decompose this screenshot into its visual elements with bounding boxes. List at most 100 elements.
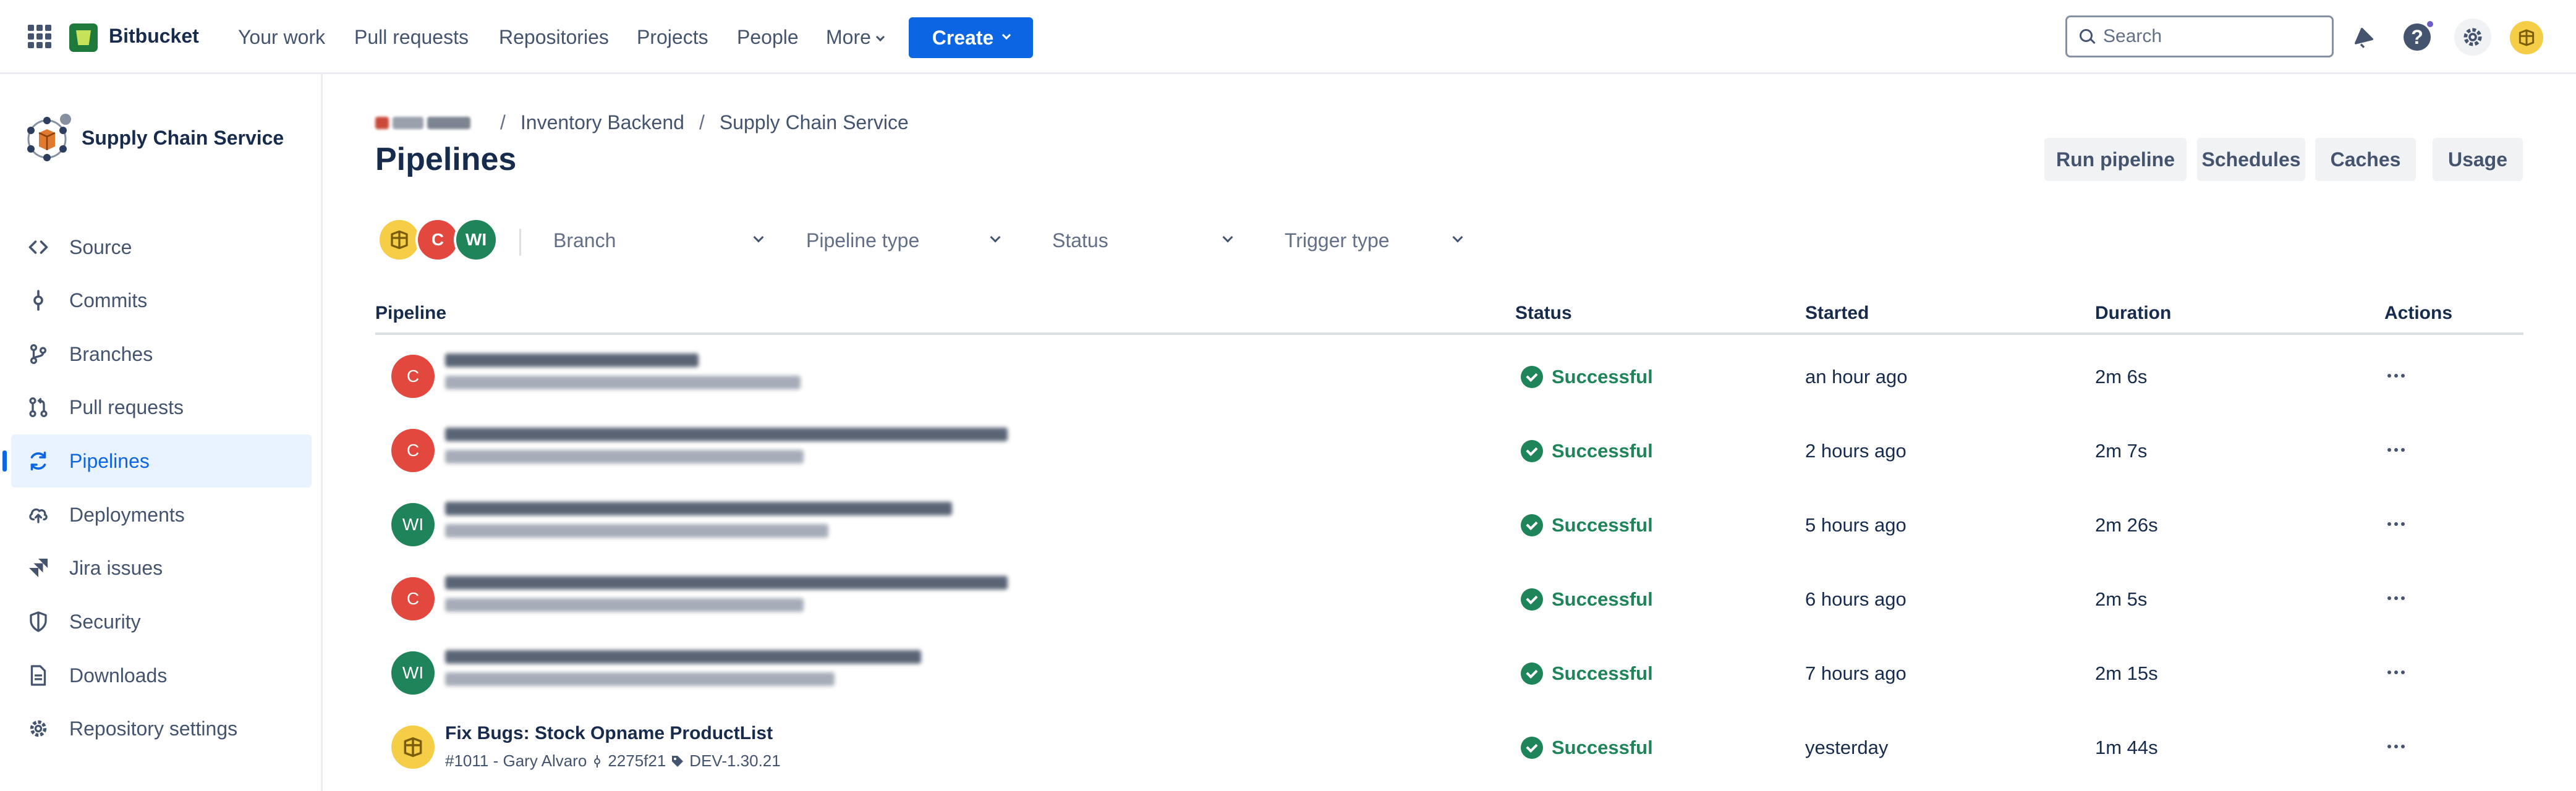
document-icon bbox=[26, 663, 51, 688]
filter-divider bbox=[519, 229, 521, 256]
breadcrumb-separator: / bbox=[699, 111, 705, 133]
status-filter-dropdown[interactable]: Status bbox=[1052, 221, 1238, 260]
bitbucket-logo[interactable] bbox=[69, 23, 98, 52]
sidebar-item-label: Commits bbox=[69, 289, 148, 311]
app-switcher-icon[interactable] bbox=[28, 25, 51, 48]
more-actions-icon[interactable] bbox=[2381, 586, 2412, 611]
sidebar: Supply Chain Service Source Commits Bran… bbox=[0, 74, 323, 791]
column-header-started[interactable]: Started bbox=[1805, 303, 1869, 324]
more-actions-icon[interactable] bbox=[2381, 438, 2412, 462]
duration-cell: 2m 6s bbox=[2095, 366, 2148, 387]
branch-filter-label: Branch bbox=[553, 229, 616, 252]
table-row[interactable]: WI Successful 5 hours ago 2m 26s bbox=[375, 484, 2523, 559]
sidebar-item-repository-settings[interactable]: Repository settings bbox=[11, 702, 312, 755]
schedules-button[interactable]: Schedules bbox=[2197, 138, 2305, 181]
breadcrumb-workspace-redacted[interactable] bbox=[375, 114, 485, 132]
column-header-pipeline[interactable]: Pipeline bbox=[375, 303, 446, 324]
more-actions-icon[interactable] bbox=[2381, 512, 2412, 536]
author-avatar: WI bbox=[391, 651, 435, 695]
duration-cell: 2m 26s bbox=[2095, 514, 2158, 536]
chevron-down-icon bbox=[1222, 232, 1233, 243]
user-filter-avatar[interactable]: WI bbox=[454, 218, 498, 262]
pipeline-info-redacted[interactable] bbox=[445, 428, 1008, 472]
table-row[interactable]: Fix Bugs: Stock Opname ProductList #1011… bbox=[375, 707, 2523, 781]
pipeline-id-author: #1011 - Gary Alvaro bbox=[445, 751, 587, 770]
run-pipeline-button[interactable]: Run pipeline bbox=[2044, 138, 2187, 181]
pipeline-info-redacted[interactable] bbox=[445, 576, 1008, 620]
commit-icon bbox=[26, 288, 51, 313]
sidebar-item-security[interactable]: Security bbox=[11, 595, 312, 648]
pipeline-title[interactable]: Fix Bugs: Stock Opname ProductList bbox=[445, 723, 773, 744]
nav-pull-requests[interactable]: Pull requests bbox=[354, 26, 469, 49]
status-cell: Successful bbox=[1521, 662, 1653, 685]
search-box[interactable] bbox=[2065, 15, 2334, 57]
create-button[interactable]: Create bbox=[909, 17, 1033, 58]
profile-avatar-icon[interactable] bbox=[2510, 21, 2543, 54]
breadcrumb-project[interactable]: Inventory Backend bbox=[521, 111, 684, 134]
notification-bell-icon[interactable] bbox=[2348, 21, 2380, 53]
author-avatar: WI bbox=[391, 503, 435, 546]
sidebar-item-pipelines[interactable]: Pipelines bbox=[2, 434, 312, 488]
gear-icon[interactable] bbox=[2454, 19, 2491, 56]
success-check-icon bbox=[1521, 440, 1543, 462]
sidebar-item-commits[interactable]: Commits bbox=[11, 274, 312, 327]
repository-header[interactable]: Supply Chain Service bbox=[22, 113, 284, 163]
author-avatar: C bbox=[391, 577, 435, 620]
column-header-duration[interactable]: Duration bbox=[2095, 303, 2171, 324]
author-avatar bbox=[391, 725, 435, 769]
sidebar-item-branches[interactable]: Branches bbox=[11, 328, 312, 381]
nav-more[interactable]: More bbox=[826, 26, 885, 49]
sidebar-item-deployments[interactable]: Deployments bbox=[11, 488, 312, 541]
search-input[interactable] bbox=[2103, 26, 2326, 47]
release-tag[interactable]: DEV-1.30.21 bbox=[689, 751, 780, 771]
sidebar-item-source[interactable]: Source bbox=[11, 221, 312, 274]
sidebar-item-label: Jira issues bbox=[69, 556, 163, 579]
started-cell: an hour ago bbox=[1805, 366, 1908, 387]
pipeline-info-redacted[interactable] bbox=[445, 502, 952, 546]
sidebar-item-pull-requests[interactable]: Pull requests bbox=[11, 381, 312, 434]
branch-filter-dropdown[interactable]: Branch bbox=[553, 221, 770, 260]
caches-button[interactable]: Caches bbox=[2315, 138, 2416, 181]
nav-your-work[interactable]: Your work bbox=[238, 26, 325, 49]
pipeline-info-redacted[interactable] bbox=[445, 353, 801, 398]
table-row[interactable]: C Successful 2 hours ago 2m 7s bbox=[375, 410, 2523, 484]
table-row[interactable]: C Successful an hour ago 2m 6s bbox=[375, 336, 2523, 410]
commit-hash[interactable]: 2275f21 bbox=[608, 751, 666, 771]
trigger-type-filter-dropdown[interactable]: Trigger type bbox=[1285, 221, 1470, 260]
breadcrumb-repository[interactable]: Supply Chain Service bbox=[720, 111, 909, 134]
status-label: Successful bbox=[1552, 662, 1653, 684]
sidebar-item-label: Deployments bbox=[69, 503, 185, 526]
chevron-down-icon bbox=[875, 32, 885, 42]
table-row[interactable]: C Successful 6 hours ago 2m 5s bbox=[375, 559, 2523, 633]
more-actions-icon[interactable] bbox=[2381, 660, 2412, 685]
more-actions-icon[interactable] bbox=[2381, 734, 2412, 759]
status-cell: Successful bbox=[1521, 366, 1653, 388]
code-icon bbox=[26, 235, 51, 260]
column-header-status[interactable]: Status bbox=[1515, 303, 1572, 324]
help-icon[interactable]: ? bbox=[2401, 20, 2434, 53]
breadcrumb: / Inventory Backend / Supply Chain Servi… bbox=[375, 111, 909, 134]
duration-cell: 2m 15s bbox=[2095, 662, 2158, 684]
chevron-down-icon bbox=[990, 232, 1001, 243]
search-icon bbox=[2080, 29, 2094, 44]
jira-icon bbox=[26, 556, 51, 580]
more-actions-icon[interactable] bbox=[2381, 363, 2412, 388]
pipeline-info-redacted[interactable] bbox=[445, 650, 921, 695]
nav-projects[interactable]: Projects bbox=[637, 26, 708, 49]
nav-repositories[interactable]: Repositories bbox=[499, 26, 609, 49]
column-header-actions: Actions bbox=[2384, 303, 2453, 323]
cloud-upload-icon bbox=[26, 502, 51, 527]
gear-icon bbox=[26, 716, 51, 741]
nav-people[interactable]: People bbox=[737, 26, 799, 49]
pipeline-type-filter-dropdown[interactable]: Pipeline type bbox=[806, 221, 1007, 260]
pipelines-icon bbox=[26, 449, 51, 473]
table-row[interactable]: WI Successful 7 hours ago 2m 15s bbox=[375, 633, 2523, 707]
pipeline-type-filter-label: Pipeline type bbox=[806, 229, 920, 252]
brand-name[interactable]: Bitbucket bbox=[109, 25, 199, 48]
table-header-divider bbox=[375, 332, 2523, 335]
branch-icon bbox=[26, 342, 51, 366]
sidebar-item-downloads[interactable]: Downloads bbox=[11, 649, 312, 702]
usage-button[interactable]: Usage bbox=[2433, 138, 2523, 181]
chevron-down-icon bbox=[753, 232, 764, 243]
sidebar-item-jira-issues[interactable]: Jira issues bbox=[11, 541, 312, 594]
